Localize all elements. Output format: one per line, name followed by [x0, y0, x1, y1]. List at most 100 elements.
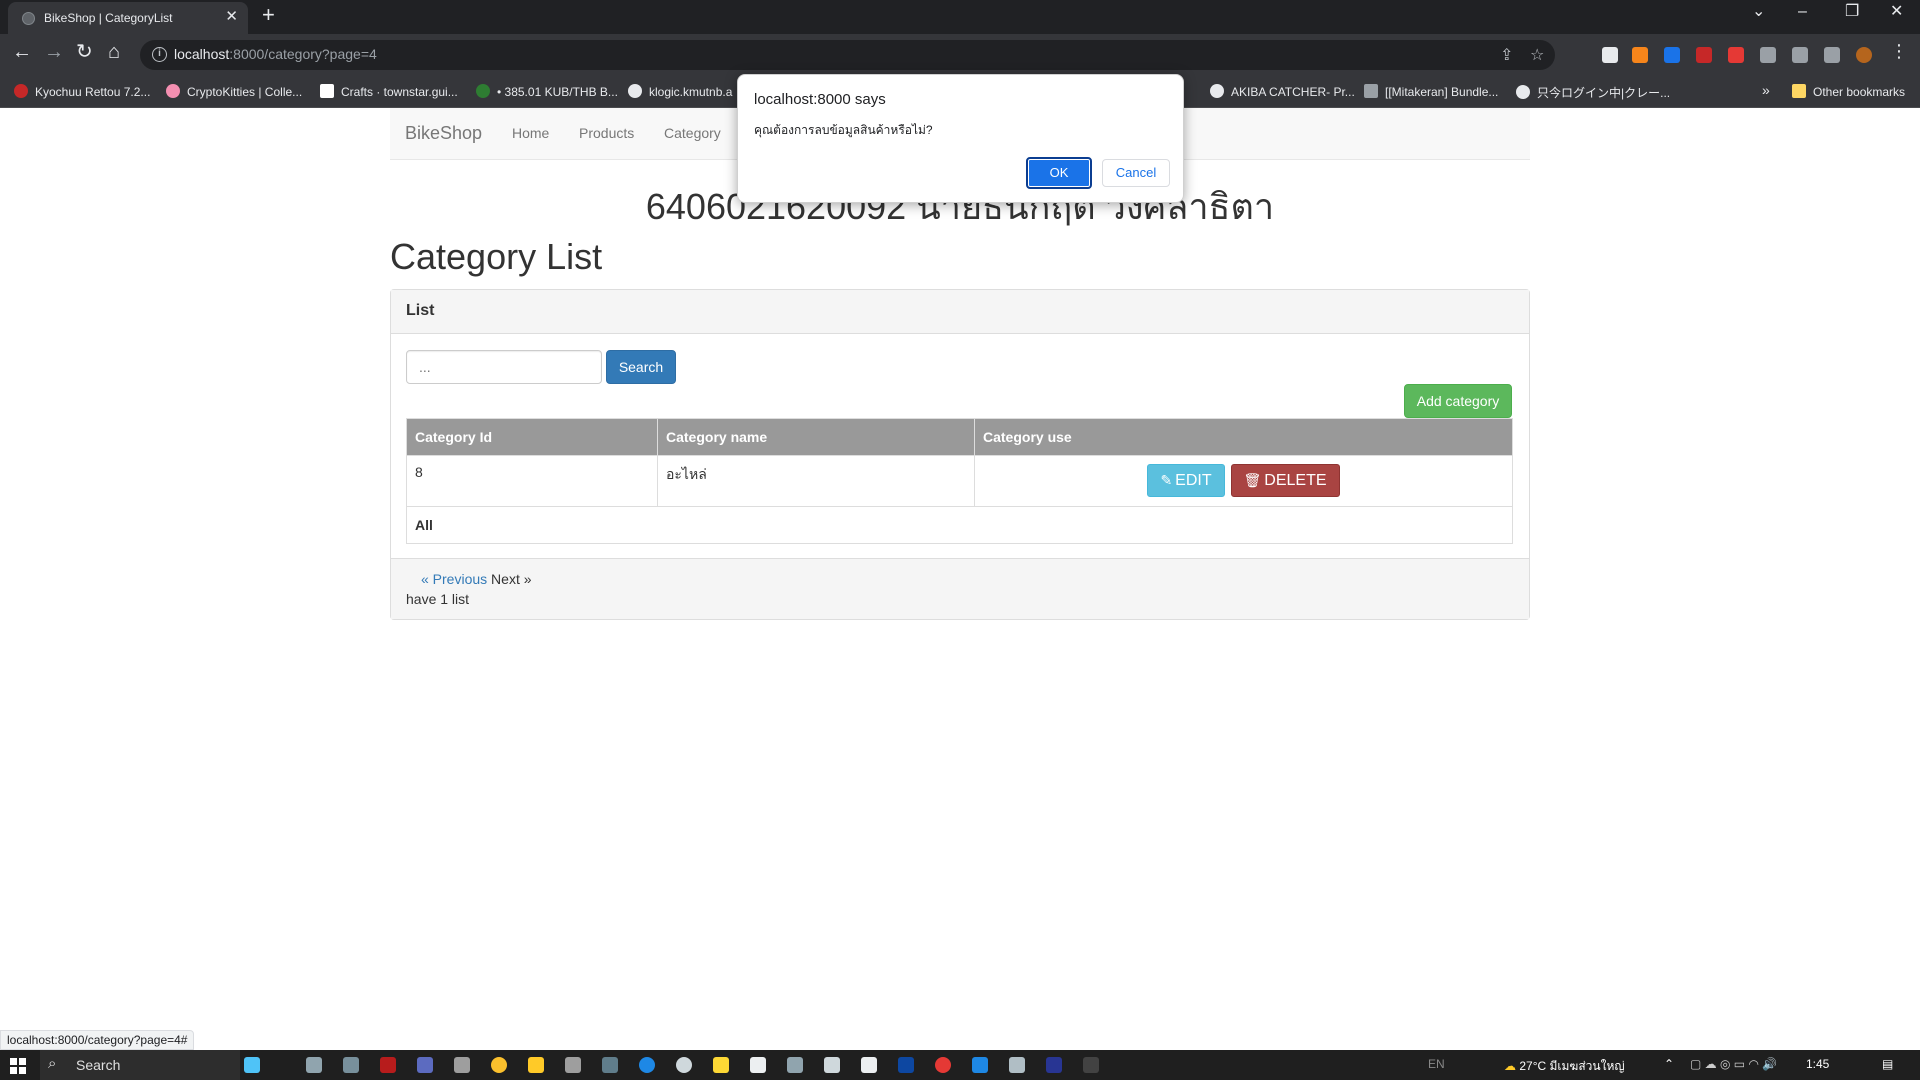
bookmark-item[interactable]: AKIBA CATCHER- Pr... — [1210, 84, 1355, 99]
taskbar-app-icon[interactable] — [861, 1057, 877, 1073]
other-bookmarks-folder[interactable]: Other bookmarks — [1792, 84, 1905, 99]
metamask-icon[interactable] — [1632, 47, 1648, 63]
forward-arrow-icon[interactable]: → — [44, 42, 64, 62]
cell-category-name: อะไหล่ — [657, 455, 975, 507]
folder-icon — [1792, 84, 1806, 98]
panel-title: List — [406, 302, 435, 319]
taskbar-app-icon[interactable] — [454, 1057, 470, 1073]
globe-icon — [1516, 85, 1530, 99]
terminal-icon[interactable] — [1083, 1057, 1099, 1073]
new-tab-button[interactable]: + — [262, 4, 275, 26]
taskbar-app-icon[interactable] — [343, 1057, 359, 1073]
minimize-icon[interactable]: – — [1798, 4, 1807, 20]
close-tab-icon[interactable]: ✕ — [225, 9, 238, 24]
tray-icons[interactable]: ▢ ☁ ◎ ▭ ◠ 🔊 — [1690, 1057, 1777, 1071]
previous-page-link[interactable]: « Previous — [421, 571, 487, 587]
bookmark-item[interactable]: [[Mitakeran] Bundle... — [1364, 84, 1498, 99]
close-window-icon[interactable]: ✕ — [1890, 4, 1903, 20]
windows-start-icon[interactable] — [10, 1058, 26, 1074]
taskbar-app-icon[interactable] — [380, 1057, 396, 1073]
dialog-ok-button[interactable]: OK — [1026, 157, 1092, 189]
taskbar-app-icon[interactable] — [1046, 1057, 1062, 1073]
taskbar-app-icon[interactable] — [244, 1057, 260, 1073]
profile-avatar[interactable] — [1856, 47, 1872, 63]
next-page-link[interactable]: Next » — [491, 571, 531, 587]
bookmark-star-icon[interactable]: ☆ — [1530, 45, 1544, 65]
home-icon[interactable]: ⌂ — [108, 42, 120, 62]
address-bar[interactable]: i localhost:8000/category?page=4 ☆ ⇪ — [140, 40, 1555, 70]
tray-chevron-icon[interactable]: ⌃ — [1664, 1057, 1674, 1071]
edit-label: EDIT — [1175, 472, 1212, 489]
all-label: All — [406, 506, 1513, 544]
nav-link-category[interactable]: Category — [664, 125, 721, 141]
taskbar-app-icon[interactable] — [306, 1057, 322, 1073]
search-input[interactable] — [406, 350, 602, 384]
pdf-extension-icon[interactable] — [1728, 47, 1744, 63]
nav-link-products[interactable]: Products — [579, 125, 634, 141]
chrome-icon[interactable] — [491, 1057, 507, 1073]
delete-label: DELETE — [1264, 472, 1327, 489]
panel-heading: List — [391, 290, 1529, 334]
opera-icon[interactable] — [935, 1057, 951, 1073]
taskbar-app-icon[interactable] — [602, 1057, 618, 1073]
navbar-brand[interactable]: BikeShop — [405, 123, 482, 144]
more-bookmarks-button[interactable]: » — [1762, 82, 1770, 98]
column-header-use: Category use — [974, 418, 1513, 456]
photoshop-icon[interactable] — [898, 1057, 914, 1073]
dialog-title: localhost:8000 says — [754, 91, 886, 108]
extension-icon[interactable] — [1602, 47, 1618, 63]
restore-icon[interactable]: ❐ — [1845, 4, 1859, 20]
trash-icon: 🗑 — [1243, 472, 1262, 488]
bookmark-item[interactable]: klogic.kmutnb.a — [628, 84, 732, 99]
tab-search-icon[interactable]: ⌄ — [1752, 4, 1765, 20]
reload-icon[interactable]: ↻ — [76, 42, 93, 62]
puzzle-icon[interactable] — [1760, 47, 1776, 63]
back-arrow-icon[interactable]: ← — [12, 42, 32, 62]
folder-icon[interactable] — [528, 1057, 544, 1073]
share-icon[interactable]: ⇪ — [1500, 45, 1513, 65]
url-text[interactable]: localhost:8000/category?page=4 — [174, 46, 377, 62]
settings-gear-icon[interactable] — [824, 1057, 840, 1073]
taskbar-app-icon[interactable] — [787, 1057, 803, 1073]
bookmark-favicon-icon — [320, 84, 334, 98]
bookmark-item[interactable]: Crafts · townstar.gui... — [320, 84, 458, 99]
browser-toolbar: ← → ↻ ⌂ i localhost:8000/category?page=4… — [0, 34, 1920, 76]
search-button[interactable]: Search — [606, 350, 676, 384]
bookmark-favicon-icon — [166, 84, 180, 98]
side-panel-icon[interactable] — [1824, 47, 1840, 63]
language-indicator[interactable]: EN — [1428, 1057, 1445, 1071]
clock[interactable]: 1:45 — [1806, 1057, 1829, 1071]
column-header-name: Category name — [657, 418, 975, 456]
tab-title: BikeShop | CategoryList — [44, 11, 173, 25]
bookmark-item[interactable]: 只今ログイン中|クレー... — [1516, 84, 1670, 101]
taskbar-search[interactable]: ⌕ Search — [40, 1050, 240, 1080]
category-table: Category Id Category name Category use 8… — [406, 418, 1513, 544]
browser-tab-active[interactable]: BikeShop | CategoryList ✕ — [8, 2, 248, 34]
extension-icon[interactable] — [1664, 47, 1680, 63]
page-title: Category List — [390, 236, 603, 277]
search-icon: ⌕ — [48, 1055, 57, 1072]
taskbar-app-icon[interactable] — [750, 1057, 766, 1073]
menu-dots-icon[interactable]: ⋮ — [1890, 42, 1908, 60]
edit-button[interactable]: ✎ EDIT — [1147, 464, 1225, 497]
site-info-icon[interactable]: i — [152, 47, 167, 62]
bookmark-item[interactable]: Kyochuu Rettou 7.2... — [14, 84, 150, 99]
bookmark-item[interactable]: CryptoKitties | Colle... — [166, 84, 302, 99]
extension-icon[interactable] — [1696, 47, 1712, 63]
download-icon[interactable] — [1792, 47, 1808, 63]
delete-button[interactable]: 🗑 DELETE — [1230, 464, 1340, 497]
add-category-button[interactable]: Add category — [1404, 384, 1512, 418]
bookmark-item[interactable]: • 385.01 KUB/THB B... — [476, 84, 618, 99]
taskbar-app-icon[interactable] — [417, 1057, 433, 1073]
notification-icon[interactable]: ▤ — [1882, 1057, 1893, 1071]
weather-widget[interactable]: ☁ 27°C มีเมฆส่วนใหญ่ — [1504, 1057, 1625, 1076]
taskbar-app-icon[interactable] — [713, 1057, 729, 1073]
taskbar-app-icon[interactable] — [639, 1057, 655, 1073]
dialog-cancel-button[interactable]: Cancel — [1102, 159, 1170, 187]
nav-link-home[interactable]: Home — [512, 125, 549, 141]
taskbar-app-icon[interactable] — [565, 1057, 581, 1073]
taskbar-app-icon[interactable] — [1009, 1057, 1025, 1073]
steam-icon[interactable] — [676, 1057, 692, 1073]
vscode-icon[interactable] — [972, 1057, 988, 1073]
edit-icon: ✎ — [1160, 472, 1173, 488]
